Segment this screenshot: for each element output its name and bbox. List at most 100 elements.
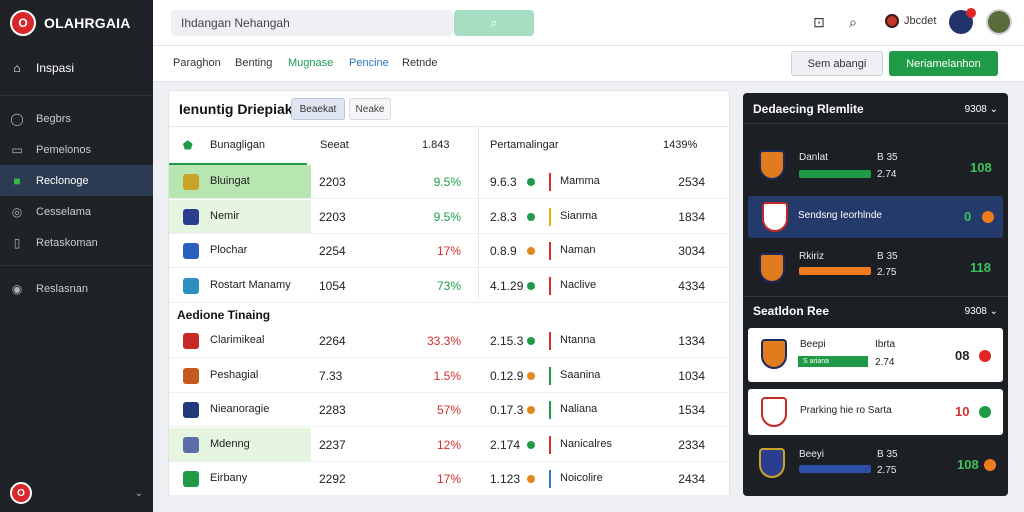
match-score: 2.8.3 [490,209,517,224]
match-count: 4334 [678,278,705,293]
sidebar-item-home[interactable]: ⌂ Inspasi [0,48,153,88]
sidebar-item-retaskoman[interactable]: ▯ Retaskoman [0,227,153,258]
section-meta[interactable]: 9308 ⌄ [965,306,998,317]
section-title: Aedione Tinaing [177,308,271,322]
brand-logo-icon: O [10,10,36,36]
table-row[interactable]: Nemir 2203 9.5% 2.8.3 Sianma 1834 [169,199,729,234]
sidebar-item-label: Reclonoge [36,174,89,187]
sidebar-item-label: Cesselama [36,205,92,218]
live-match-item[interactable]: Danlat B 35 2.74 108 [749,141,1002,185]
filter-pill-active[interactable]: Beaekat [291,98,345,120]
app-logo[interactable]: O OLAHRGAIA [0,0,153,46]
live-panel-meta[interactable]: 9308 ⌄ [965,104,998,115]
team-value: 2283 [319,403,346,417]
table-row[interactable]: Peshagial 7.33 1.5% 0.12.9 Saanina 1034 [169,359,729,393]
table-row[interactable]: Mdenng 2237 12% 2.174 Nanicalres 2334 [169,427,729,462]
user-name[interactable]: Jbcdet [904,15,936,27]
clock-icon: ◎ [11,204,23,219]
match-status: Saanina [560,368,601,381]
team-name: Nieanoragie [210,403,270,415]
primary-button[interactable]: Neriamelanhon [889,51,998,76]
fixture-card[interactable]: Beepi Ibrta S ariana 2.74 08 [748,328,1003,382]
team-percent: 9.5% [433,209,461,224]
search-icon[interactable]: ⌕ [843,12,863,32]
match-count: 2534 [678,175,705,189]
match-score: 0.8.9 [490,244,517,258]
status-dot-icon [979,406,991,418]
sidebar-item-label: Pemelonos [36,143,92,156]
table-row[interactable]: Nieanoragie 2283 57% 0.17.3 Naliana 1534 [169,393,729,427]
chart-icon: ▭ [11,142,23,157]
tab-benting[interactable]: Benting [235,57,272,69]
match-side: B 35 [877,152,898,163]
team-value: 2292 [319,472,346,486]
match-status: Naman [560,244,596,256]
table-row[interactable]: Rostart Manamy 1054 73% 4.1.29 Naclive 4334 [169,269,729,303]
team-value: 7.33 [319,368,343,383]
sidebar-item-cesselama[interactable]: ◎ Cesselama [0,196,153,227]
team-name: Eirbany [210,472,248,484]
sidebar-item-label: Inspasi [36,61,75,75]
sidebar-item-reclonoge[interactable]: ■ Reclonoge [0,165,153,196]
sidebar-item-pemelonos[interactable]: ▭ Pemelonos [0,134,153,165]
sidebar-item-label: Reslasnan [36,282,88,295]
tab-pencine[interactable]: Pencine [349,57,389,69]
table-row[interactable]: Eirbany 2292 17% 1.123 Noicolire 2434 [169,462,729,496]
fixture-card[interactable]: Prarking hie ro Sarta 10 [748,389,1003,435]
status-dot-icon [527,178,535,186]
match-side: B 35 [877,449,898,460]
panel-title: Ienuntig Driepiak [179,101,293,117]
sidebar-account[interactable]: O ⌄ [10,482,143,504]
team-percent: 33.3% [426,334,461,348]
status-dot-icon [527,475,535,483]
live-match-item[interactable]: Beeyi B 35 2.75 108 [749,443,1002,487]
calendar-icon: ■ [13,173,21,188]
search-input-value: Ihdangan Nehangah [181,16,290,30]
team-value: 2203 [319,209,346,224]
match-status: Mamma [560,175,600,187]
search-button[interactable]: ⌕ [454,10,534,36]
match-score: 2.174 [490,437,521,452]
status-dot-icon [527,440,535,449]
fixture-name: Beepi [800,339,826,350]
team-percent: 9.5% [433,175,461,189]
match-sub: 2.75 [877,465,897,476]
team-value: 2254 [319,244,346,258]
match-count: 1334 [678,334,705,348]
team-percent: 17% [436,244,461,258]
fixture-score: 10 [955,404,970,419]
chevron-down-icon[interactable]: ⌄ [135,488,143,499]
column-header-right: 1439% [663,139,698,151]
tab-paraghon[interactable]: Paraghon [173,57,221,69]
tab-mugnase[interactable]: Mugnase [288,57,333,69]
document-icon: ▯ [13,235,21,250]
sidebar-item-reslasnan[interactable]: ◉ Reslasnan [0,273,153,304]
tab-retnde[interactable]: Retnde [402,57,437,69]
search-input[interactable]: Ihdangan Nehangah [171,10,453,36]
status-dot-icon [979,350,991,362]
match-status: Naclive [560,278,597,291]
team-crest-icon [183,436,199,453]
table-row[interactable]: Bluingat 2203 9.5% 9.6.3 Mamma 2534 [169,165,729,199]
table-row[interactable]: Plochar 2254 17% 0.8.9 Naman 3034 [169,234,729,268]
team-crest-icon [759,448,785,478]
live-match-item[interactable]: Rkiriz B 35 2.75 118 [749,248,1002,292]
team-value: 2264 [319,334,346,348]
team-badge-icon[interactable] [949,8,976,34]
profile-avatar[interactable] [986,9,1012,35]
status-bar [549,242,551,260]
match-progress-bar [799,465,871,473]
apps-icon[interactable]: ⊡ [809,12,829,32]
tab-bar: Paraghon Benting Mugnase Pencine Retnde … [153,46,1024,82]
team-percent: 12% [436,437,461,452]
user-status-icon [885,14,899,28]
filter-pill[interactable]: Neake [349,98,391,120]
team-value: 2203 [319,175,346,189]
live-match-item-highlighted[interactable]: Sendsng Ieorhlnde 0 [748,196,1003,238]
table-row[interactable]: Clarimikeal 2264 33.3% 2.15.3 Ntanna 1334 [169,324,729,358]
secondary-button[interactable]: Sem abangi [791,51,883,76]
team-crest-icon [762,202,788,232]
section-meta-value: 9308 [964,306,987,317]
sidebar-item-begbrs[interactable]: ◯ Begbrs [0,103,153,134]
section-title: Seatldon Ree [753,304,830,318]
